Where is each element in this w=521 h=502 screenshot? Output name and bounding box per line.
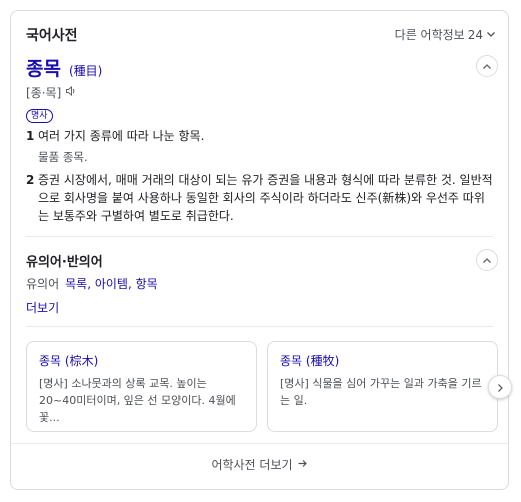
synonym-row: 유의어 목록, 아이템, 항목: [26, 275, 158, 292]
arrow-right-icon: [297, 458, 308, 472]
dictionary-card: 국어사전 다른 어학정보 24 종목 (種目) [종·목] 명사 1 여러 가지…: [10, 10, 512, 490]
speaker-icon[interactable]: [65, 85, 77, 100]
carousel-next-button[interactable]: [488, 375, 512, 399]
related-entry-desc: [명사] 소나뭇과의 상록 교목. 높이는 20~40미터이며, 잎은 선 모양…: [39, 377, 236, 424]
pronunciation-row: [종·목]: [26, 84, 77, 101]
headword[interactable]: 종목: [26, 54, 61, 81]
section-divider: [26, 236, 493, 237]
chevron-down-icon: [486, 28, 496, 42]
collapse-synonyms-button[interactable]: [476, 249, 498, 271]
other-info-count: 24: [467, 27, 483, 42]
chevron-right-icon: [495, 378, 505, 397]
collapse-entry-button[interactable]: [476, 55, 498, 77]
other-info-dropdown[interactable]: 다른 어학정보 24: [395, 26, 496, 43]
related-entry-desc: [명사] 식물을 심어 가꾸는 일과 가축을 기르는 일.: [280, 377, 482, 407]
footer-label: 어학사전 더보기: [211, 458, 293, 472]
definition-1: 1 여러 가지 종류에 따라 나눈 항목.: [26, 127, 494, 145]
entry-headword: 종목 (種目): [26, 54, 102, 81]
dictionary-title: 국어사전: [26, 28, 78, 44]
pronunciation: [종·목]: [26, 86, 62, 100]
chevron-up-icon: [482, 251, 492, 270]
synonym-section-title: 유의어·반의어: [26, 255, 103, 270]
other-info-label: 다른 어학정보: [394, 28, 465, 42]
synonym-label: 유의어: [26, 277, 60, 291]
chevron-up-icon: [482, 57, 492, 76]
dictionary-more-link[interactable]: 어학사전 더보기: [11, 456, 508, 473]
definition-number: 2: [26, 173, 35, 187]
related-entry-card[interactable]: 종목 (棕木) [명사] 소나뭇과의 상록 교목. 높이는 20~40미터이며,…: [26, 341, 257, 432]
related-entry-title[interactable]: 종목 (種牧): [280, 352, 485, 369]
section-divider: [26, 326, 493, 327]
related-entry-card[interactable]: 종목 (種牧) [명사] 식물을 심어 가꾸는 일과 가축을 기르는 일.: [267, 341, 498, 432]
synonym-links[interactable]: 목록, 아이템, 항목: [65, 275, 158, 292]
pos-badge: 명사: [26, 109, 53, 123]
definition-text: 여러 가지 종류에 따라 나눈 항목.: [38, 129, 205, 143]
footer-divider: [11, 443, 508, 444]
definition-number: 1: [26, 129, 35, 143]
related-entry-title[interactable]: 종목 (棕木): [39, 352, 244, 369]
definition-example: 물품 종목.: [38, 150, 88, 164]
synonym-more-link[interactable]: 더보기: [26, 299, 59, 316]
definition-text: 증권 시장에서, 매매 거래의 대상이 되는 유가 증권을 내용과 형식에 따라…: [38, 173, 493, 223]
definition-2: 2 증권 시장에서, 매매 거래의 대상이 되는 유가 증권을 내용과 형식에 …: [26, 171, 494, 225]
headword-hanja[interactable]: (種目): [69, 62, 102, 79]
